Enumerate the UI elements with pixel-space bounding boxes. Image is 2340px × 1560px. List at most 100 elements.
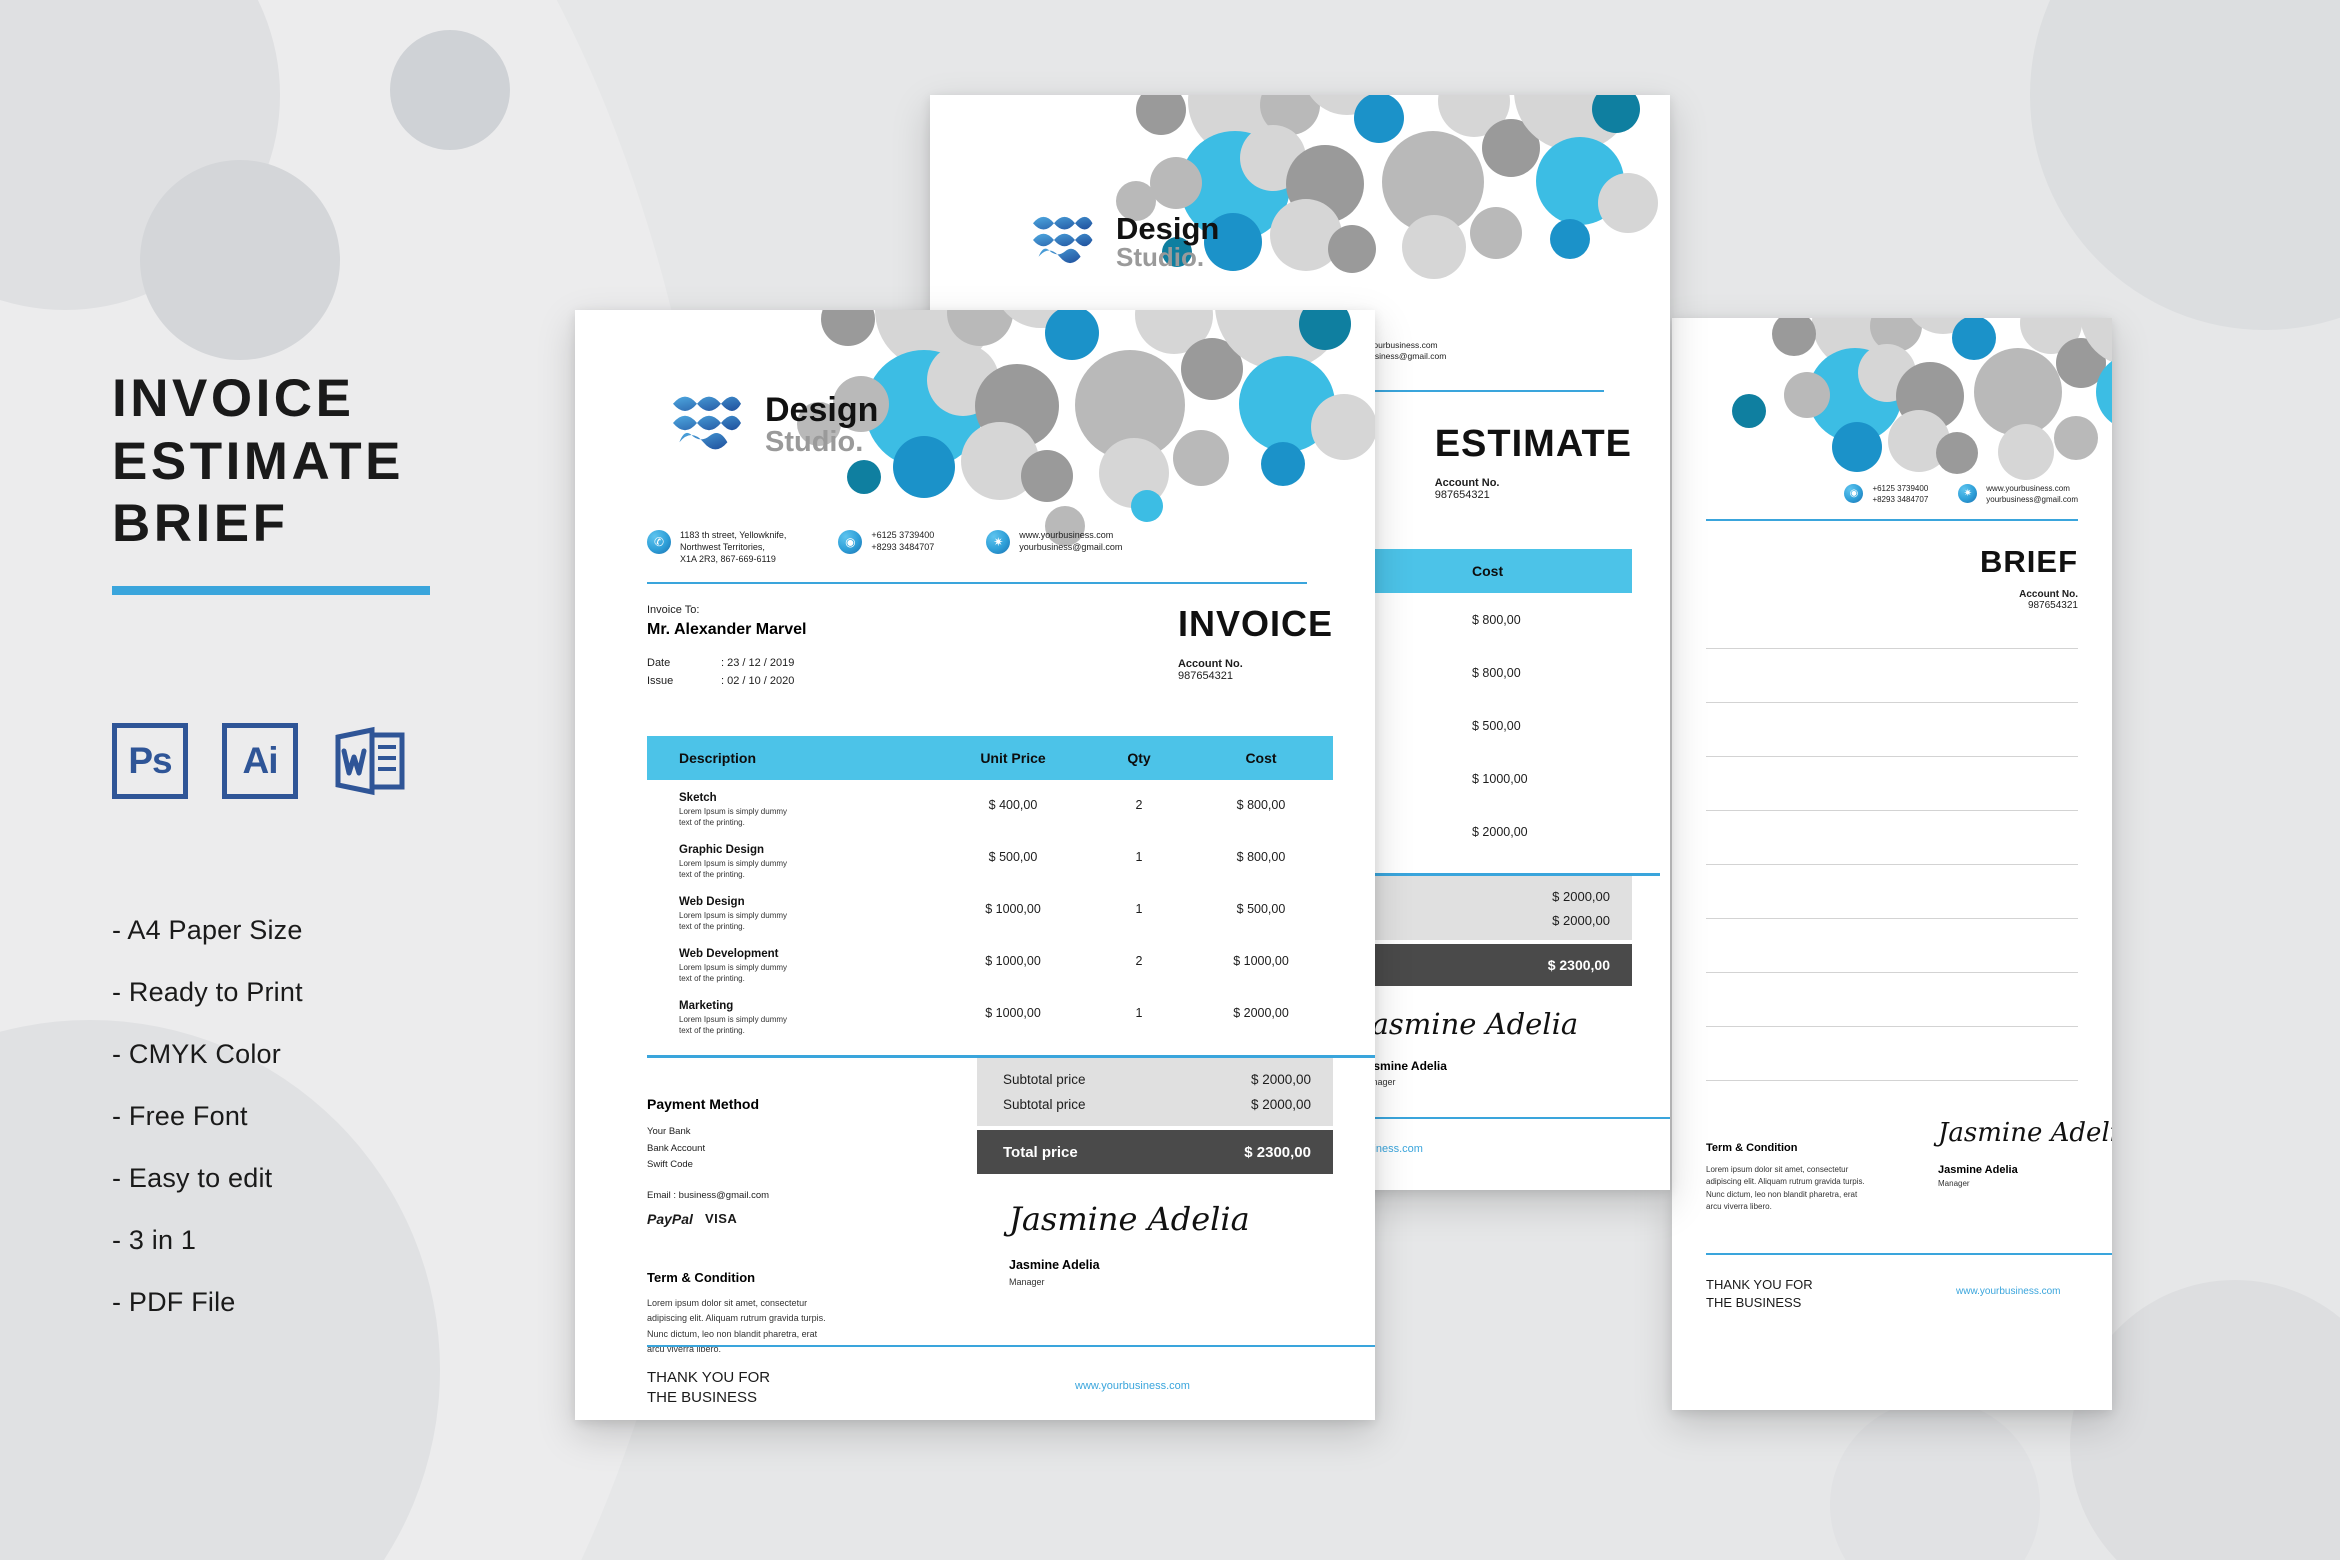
decorative-circle xyxy=(2054,416,2098,460)
item-name: Sketch xyxy=(679,792,717,804)
subtotal-row: Subtotal price $ 2000,00 xyxy=(1003,1067,1311,1092)
signature-script: Jasmine Adelia xyxy=(1938,1118,2112,1148)
address-line: 1183 th street, Yellowknife, xyxy=(680,530,787,540)
list-item: - Ready to Print xyxy=(112,976,303,1007)
decorative-circle xyxy=(1136,95,1186,135)
payment-line: Your Bank xyxy=(647,1126,691,1137)
account-number: 987654321 xyxy=(1177,670,1234,682)
table-row: Graphic Design Lorem Ipsum is simply dumm… xyxy=(647,844,1333,896)
item-qty: 1 xyxy=(1135,902,1143,916)
client-name: Mr. Alexander Marvel xyxy=(647,621,807,638)
subtotal-row: Subtotal price $ 2000,00 xyxy=(1003,1092,1311,1117)
footer-divider xyxy=(1706,1253,2112,1255)
subtotal-label: Subtotal price xyxy=(1003,1072,1086,1087)
brand-line-2: Studio. xyxy=(765,426,864,459)
thanks-line-1: THANK YOU FOR xyxy=(647,1369,771,1386)
signature-script: Jasmine Adelia xyxy=(1360,1007,1579,1041)
payment-method-section: Payment Method Your Bank Bank Account Sw… xyxy=(647,1096,947,1227)
background-circle xyxy=(2030,0,2340,330)
signature-block: Jasmine Adelia Jasmine Adelia Manager xyxy=(1938,1118,2112,1188)
item-cost: $ 500,00 xyxy=(1236,902,1286,916)
photoshop-icon: Ps xyxy=(112,722,188,799)
design-studio-logo-icon xyxy=(665,383,745,468)
payment-email: Email : business@gmail.com xyxy=(647,1189,770,1201)
photoshop-icon-label: Ps xyxy=(128,739,172,781)
item-qty: 2 xyxy=(1135,954,1143,968)
item-unit-price: $ 1000,00 xyxy=(985,954,1041,968)
visa-logo: VISA xyxy=(704,1211,738,1227)
table-row: Web Design Lorem Ipsum is simply dummy tex… xyxy=(647,896,1333,948)
item-cost: $ 800,00 xyxy=(1236,798,1286,812)
account-number: 987654321 xyxy=(1434,489,1490,501)
footer-divider xyxy=(647,1345,1375,1347)
decorative-circle xyxy=(1832,422,1882,472)
wave-logo-glyph xyxy=(673,396,741,450)
signer-role: Manager xyxy=(1360,1077,1396,1087)
footer-website-link[interactable]: www.yourbusiness.com xyxy=(1075,1380,1190,1392)
item-cost: $ 2000,00 xyxy=(1233,1006,1289,1020)
subtotal-value: $ 2000,00 xyxy=(1552,912,1610,928)
brief-document[interactable]: ◉ +6125 3739400 +8293 3484707 ✷ www.your… xyxy=(1672,318,2112,1410)
word-icon xyxy=(332,723,408,799)
terms-line: Nunc dictum, leo non blandit pharetra, e… xyxy=(1706,1189,1858,1199)
design-studio-logo-icon xyxy=(1026,205,1096,280)
brand-logo-row: Design Studio. xyxy=(665,383,878,468)
item-description: Lorem Ipsum is simply dummy text of the p… xyxy=(679,807,788,827)
decorative-circle xyxy=(1261,442,1305,486)
invoice-title: INVOICE xyxy=(1177,603,1333,644)
location-pin-icon: ◉ xyxy=(1844,484,1864,503)
invoice-subtotals: Subtotal price $ 2000,00 Subtotal price … xyxy=(977,1058,1333,1126)
item-cost: $ 500,00 xyxy=(1472,719,1521,733)
signature-script: Jasmine Adelia xyxy=(1009,1200,1250,1238)
account-label: Account No. xyxy=(2019,589,2078,600)
item-unit-price: $ 500,00 xyxy=(988,850,1038,864)
item-qty: 1 xyxy=(1135,1006,1143,1020)
item-unit-price: $ 400,00 xyxy=(988,798,1038,812)
thanks-block: THANK YOU FOR THE BUSINESS xyxy=(647,1368,770,1409)
invoice-table-header: Description Unit Price Qty Cost xyxy=(647,736,1333,780)
decorative-circle xyxy=(1173,430,1229,486)
website: www.yourbusiness.com xyxy=(1019,530,1114,540)
website: www.yourbusiness.com xyxy=(1986,484,2070,493)
meta-label: Issue xyxy=(647,674,674,687)
account-label: Account No. xyxy=(1177,658,1243,670)
item-name: Web Design xyxy=(679,896,745,908)
item-name: Web Development xyxy=(679,948,779,960)
ruled-line xyxy=(1706,648,2078,649)
promo-panel: INVOICE ESTIMATE BRIEF Ps Ai - A4 Paper … xyxy=(112,368,532,1351)
column-header-cost: Cost xyxy=(1245,750,1277,766)
list-item: - Easy to edit xyxy=(112,1162,273,1193)
meta-row: Issue : 02 / 10 / 2020 xyxy=(647,673,806,691)
header-divider xyxy=(647,581,1307,584)
brand-line-1: Design xyxy=(765,391,879,430)
item-cost: $ 800,00 xyxy=(1472,613,1521,627)
headline-line-1: INVOICE xyxy=(112,369,355,428)
decorative-circle xyxy=(1021,450,1073,502)
item-qty: 1 xyxy=(1135,850,1143,864)
item-description: Lorem Ipsum is simply dummy text of the p… xyxy=(679,859,788,879)
decorative-circle xyxy=(1402,215,1466,279)
brand-logo-row: Design Studio. xyxy=(1026,205,1219,280)
table-row: Marketing Lorem Ipsum is simply dummy text… xyxy=(647,1000,1333,1052)
thanks-line-2: THE BUSINESS xyxy=(1706,1294,1802,1310)
account-label: Account No. xyxy=(1434,477,1500,489)
payment-badges: PayPal VISA xyxy=(647,1211,947,1227)
ruled-line xyxy=(1706,810,2078,811)
invoice-document[interactable]: Design Studio. ✆ 1183 th street, Yellowk… xyxy=(575,310,1375,1420)
decorative-circle xyxy=(1974,348,2062,436)
item-cost: $ 1000,00 xyxy=(1472,772,1528,786)
terms-section: Term & Condition Lorem ipsum dolor sit a… xyxy=(1706,1142,1921,1214)
table-row: Sketch Lorem Ipsum is simply dummy text of… xyxy=(647,792,1333,844)
total-value: $ 2300,00 xyxy=(1244,1143,1311,1161)
item-unit-price: $ 1000,00 xyxy=(985,1006,1041,1020)
terms-line: arcu viverra libero. xyxy=(1706,1202,1772,1212)
subtotal-value: $ 2000,00 xyxy=(1250,1097,1311,1112)
decorative-circle xyxy=(1354,95,1404,143)
terms-line: Nunc dictum, leo non blandit pharetra, e… xyxy=(647,1328,818,1339)
footer-website-link[interactable]: www.yourbusiness.com xyxy=(1956,1286,2060,1297)
terms-line: Lorem ipsum dolor sit amet, consectetur xyxy=(647,1298,808,1308)
decorative-circle xyxy=(1311,394,1375,460)
signer-role: Manager xyxy=(1009,1277,1045,1287)
list-item: - A4 Paper Size xyxy=(112,914,303,945)
brand-name: Design Studio. xyxy=(1116,213,1219,271)
